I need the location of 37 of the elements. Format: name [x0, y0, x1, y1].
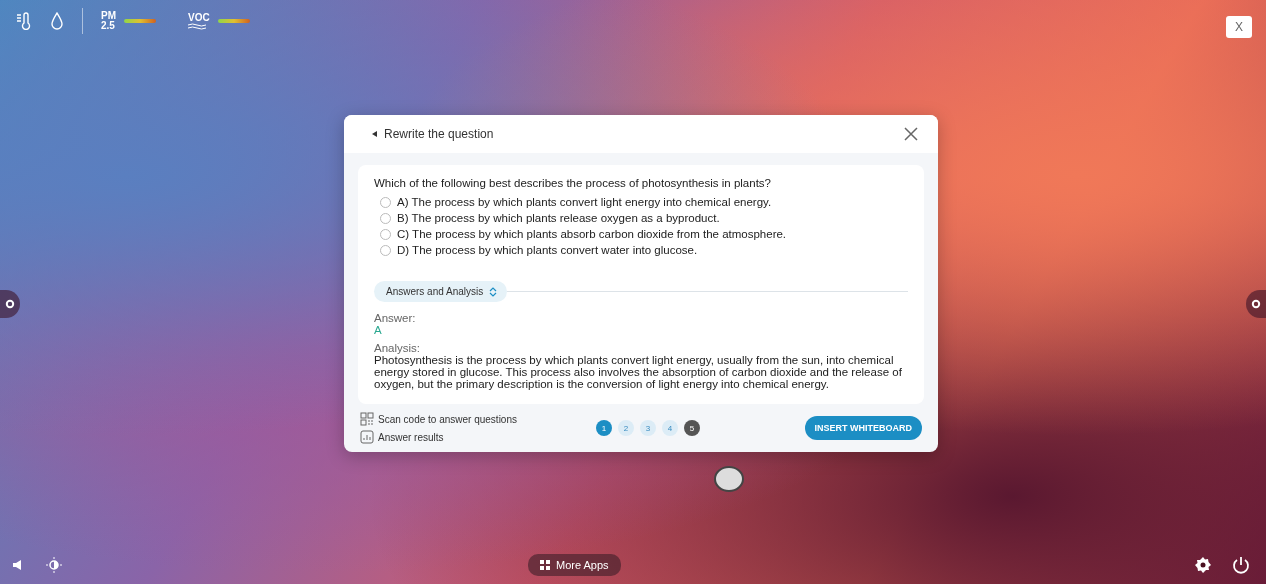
voc-label: VOC: [188, 12, 210, 30]
power-icon[interactable]: [1232, 556, 1250, 574]
question-text: Which of the following best describes the process of photosynthesis in plants?: [374, 177, 772, 189]
waves-icon: [188, 22, 206, 30]
option-text: D) The process by which plants convert water into glucose.: [397, 243, 698, 257]
back-button[interactable]: Rewrite the question: [372, 127, 494, 141]
chevron-up-down-icon: [489, 286, 498, 297]
pm-label: PM 2.5: [101, 11, 116, 31]
answer-value: A: [374, 324, 383, 336]
settings-icon[interactable]: [1251, 299, 1261, 309]
answer-results-link[interactable]: Answer results: [360, 430, 560, 444]
grid-icon: [540, 560, 550, 570]
analysis-label: Analysis:: [374, 342, 422, 354]
option-text: A) The process by which plants convert light energy into chemical energy.: [397, 195, 772, 209]
answer-label: Answer:: [374, 312, 417, 324]
close-button[interactable]: X: [1226, 16, 1252, 38]
answers-analysis-toggle[interactable]: Answers and Analysis: [374, 281, 508, 302]
insert-whiteboard-button[interactable]: INSERT WHITEBOARD: [804, 416, 922, 440]
voc-meter: [217, 19, 250, 23]
qr-code-icon: [360, 412, 374, 426]
page-number[interactable]: 5: [684, 420, 700, 436]
more-apps-button[interactable]: More Apps: [528, 554, 621, 576]
scan-code-link[interactable]: Scan code to answer questions: [360, 412, 560, 426]
thermometer-icon[interactable]: [16, 12, 32, 30]
floating-button[interactable]: [714, 466, 744, 492]
settings-icon[interactable]: [1194, 556, 1212, 574]
water-drop-icon[interactable]: [50, 12, 64, 30]
close-icon[interactable]: [904, 127, 918, 141]
brightness-icon[interactable]: [46, 557, 62, 573]
analysis-text: Photosynthesis is the process by which plants convert light energy, usually from the sun, into chemical energy stored in glucose. This process also involves the absorption of carbon dioxide and the release of oxygen, but the primary description is the conversion of light energy into chemical energy.: [374, 354, 903, 390]
triangle-left-icon: [372, 131, 378, 137]
settings-icon[interactable]: [5, 299, 15, 309]
page-number[interactable]: 1: [596, 420, 612, 436]
pm-meter: [124, 19, 156, 23]
option-text: C) The process by which plants absorb carbon dioxide from the atmosphere.: [397, 227, 787, 241]
bar-chart-icon: [360, 430, 374, 444]
option-text: B) The process by which plants release oxygen as a byproduct.: [397, 211, 720, 225]
